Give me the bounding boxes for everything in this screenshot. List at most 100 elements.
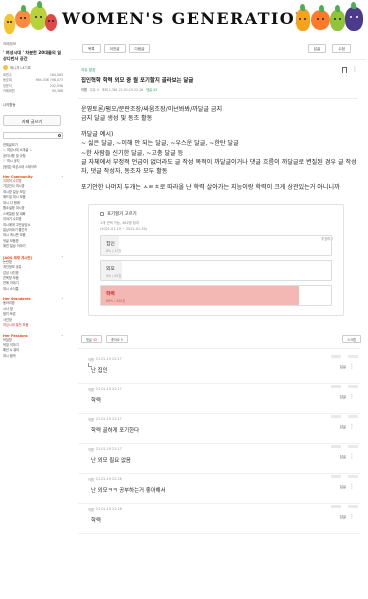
my-activity-link[interactable]: 나의활동 [3, 102, 63, 107]
comment-time: 21.01.19 22:17 [95, 357, 122, 361]
body-line: 금지 달글 생성 및 동조 활동 [81, 114, 153, 122]
comment-reply-button[interactable]: 답글 [340, 454, 346, 459]
cafe-info-label: 카페정보 [3, 42, 17, 46]
poll-title: 포기할거 고르기 [107, 211, 137, 217]
poll-option-label: 학력 [106, 291, 115, 297]
comment-reply-button[interactable]: 답글 [340, 394, 346, 399]
berry-mascot-icon [45, 14, 57, 31]
reply-post-button[interactable]: 답글 [307, 44, 327, 53]
manager-info[interactable]: 매니저 L4기록 [3, 65, 63, 71]
poll-option-bar [101, 285, 299, 305]
comment-author[interactable]: 익명 [88, 447, 94, 452]
comment-more-icon[interactable]: ⋮ [349, 453, 355, 460]
like-pill[interactable] [331, 444, 341, 448]
comment-actions [328, 354, 358, 358]
body-line: 까달글 예시) [81, 131, 114, 138]
cafe-title[interactable]: ' 여성시대 ' 차분한 20대들의 일상다반사 공간 [3, 50, 63, 61]
comment-count-link[interactable]: 댓글 43 [146, 87, 157, 92]
bookmark-icon[interactable] [342, 67, 347, 73]
pineapple-mascot-icon [296, 4, 310, 31]
pear-mascot-icon [30, 1, 47, 30]
comment-reply-button[interactable]: 답글 [340, 424, 346, 429]
post-title: 집인혁학 학력 외모 중 뭘 포기할지 골라보는 달글 [81, 78, 194, 84]
comment-text: 난 집인 [91, 367, 108, 374]
poll-option-result: 9% / 45표 [106, 273, 122, 278]
prev-post-button[interactable]: 이전글 [103, 44, 126, 53]
comment-reply-button[interactable]: 답글 [340, 364, 346, 369]
comment-time: 21.01.19 22:17 [95, 417, 122, 421]
author-name[interactable]: 익명 [81, 87, 87, 92]
cafe-sidebar: 카페정보 ' 여성시대 ' 차분한 20대들의 일상다반사 공간 매니저 L4기… [0, 38, 66, 599]
banana-mascot-icon [4, 14, 15, 34]
menu-item[interactable]: [등업] 여성시대 스테이즈 [3, 165, 63, 170]
like-pill[interactable] [331, 474, 341, 478]
poll-date-range: (2021-01-19 ~ 2021-01-30) [100, 226, 148, 231]
report-pill[interactable] [348, 474, 358, 478]
body-line: ~ 싫은 달글, ~이해 안 되는 달글, ~우스운 달글, ~한탄 달글 [81, 140, 239, 148]
poll-option[interactable]: 집인 8% / 17표 [100, 234, 332, 256]
comment-more-icon[interactable]: ⋮ [349, 423, 355, 430]
comment-author[interactable]: 익명 [88, 477, 94, 482]
list-button[interactable]: 목록 [82, 44, 101, 53]
grape-mascot-icon [345, 2, 363, 31]
poll-header: 포기할거 고르기 [100, 211, 332, 217]
comment-author[interactable]: 익명 [88, 357, 94, 362]
comment-time: 21.01.19 22:17 [95, 387, 122, 391]
comment-reply-button[interactable]: 답글 [340, 514, 346, 519]
body-line: 글 자체에서 부정적 언급이 없더라도 글 작성 목적이 까달글이거나 댓글 흐… [81, 158, 357, 175]
comment-author[interactable]: 익명 [88, 387, 94, 392]
banner-title: WOMEN'S GENERATION [62, 9, 312, 28]
like-pill[interactable] [331, 504, 341, 508]
comment-actions [328, 504, 358, 508]
poll-option[interactable]: 학력 86% / 400표 [100, 284, 332, 306]
menu-item[interactable]: 애견 일상 이야기 [3, 244, 63, 249]
poll-option-result: 8% / 17표 [106, 248, 122, 253]
comment-more-icon[interactable]: ⋮ [349, 513, 355, 520]
comment-actions [328, 444, 358, 448]
like-pill[interactable] [331, 384, 341, 388]
poll-option[interactable]: 외모 9% / 45표 [100, 259, 332, 281]
kiwi-mascot-icon [330, 5, 345, 31]
edit-post-button[interactable]: 수정 [332, 44, 351, 53]
more-options-icon[interactable]: ⋮ [352, 67, 358, 73]
report-pill[interactable] [348, 354, 358, 358]
cafe-search-input[interactable] [3, 131, 63, 139]
post-toolbar: 목록 이전글 다음글 답글 수정 [70, 38, 366, 60]
comment-actions [328, 414, 358, 418]
board-name-link[interactable]: 자유 발표 [81, 68, 366, 73]
comment-author[interactable]: 익명 [88, 417, 94, 422]
comment-time: 21.01.19 22:17 [95, 447, 122, 451]
next-post-button[interactable]: 다음글 [128, 44, 151, 53]
poll-box: 포기할거 고르기 1개 선택 가능, 462명 참여 (2021-01-19 ~… [88, 203, 344, 316]
cafe-banner: WOMEN'S GENERATION [0, 0, 368, 36]
menu-item[interactable]: 여성시대 발전 모음 [3, 323, 63, 328]
report-pill[interactable] [348, 504, 358, 508]
comment-more-icon[interactable]: ⋮ [349, 483, 355, 490]
poll-option-label: 외모 [106, 266, 115, 272]
comment-item: 익명 21.01.19 22:18 난 외모ㅋㅋ 공부하는거 좋아해서 답글 ⋮ [78, 474, 360, 504]
like-pill[interactable] [331, 354, 341, 358]
like-pill[interactable] [331, 414, 341, 418]
poll-option-label: 집인 [106, 241, 115, 247]
menu-item[interactable]: 여시 소식통 [3, 287, 63, 292]
comment-reply-button[interactable]: 답글 [340, 484, 346, 489]
menu-item[interactable]: 여시 음악 [3, 354, 63, 359]
scrap-button[interactable]: 스크랩 [342, 334, 361, 343]
comment-more-icon[interactable]: ⋮ [349, 363, 355, 370]
comment-toggle-button[interactable]: 댓글 43 [81, 334, 102, 343]
report-pill[interactable] [348, 444, 358, 448]
report-pill[interactable] [348, 414, 358, 418]
comment-item: 익명 21.01.19 22:17 학력 답글 ⋮ [78, 384, 360, 414]
report-pill[interactable] [348, 384, 358, 388]
cafe-stats: 회원수 164,583 동호회 964,336 798,073 방문자 232,936… [3, 73, 63, 94]
comment-item: 익명 21.01.19 22:17 난 외모 필요 없음 답글 ⋮ [78, 444, 360, 474]
search-icon[interactable] [57, 133, 61, 138]
comment-author[interactable]: 익명 [88, 507, 94, 512]
write-post-button[interactable]: 카페 글쓰기 [3, 114, 61, 126]
like-button[interactable]: 좋아요 5 [105, 334, 128, 343]
board-menu: 전체글보기 ☆ 여성시대 소개글 ☆ 공지사항 및 규정 ♡ 여시 공지 [등업… [3, 143, 63, 359]
comment-text: 학력 [91, 397, 101, 404]
poll-icon [100, 211, 104, 216]
comment-more-icon[interactable]: ⋮ [349, 393, 355, 400]
comment-text: 학력 [91, 517, 101, 524]
